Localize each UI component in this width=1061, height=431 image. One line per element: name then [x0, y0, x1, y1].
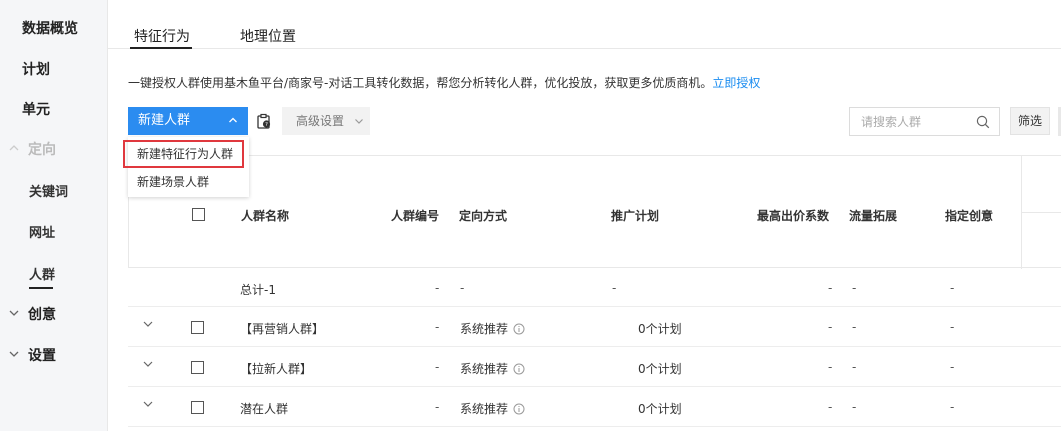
notice-text: 一键授权人群使用基木鱼平台/商家号-对话工具转化数据，帮您分析转化人群，优化投放… [128, 76, 713, 90]
sidebar-item-label: 定向 [28, 142, 56, 158]
cell-id: - [435, 281, 440, 295]
table-row: 潜在人群 - 系统推荐 0个计划 - - - [128, 387, 1061, 427]
cell-plan: - [612, 281, 617, 295]
table-header: 人群名称 人群编号 定向方式 推广计划 最高出价系数 流量拓展 指定创意 [128, 155, 1061, 269]
cell-plan[interactable]: 0个计划 [638, 360, 682, 377]
info-icon[interactable] [513, 323, 525, 335]
sidebar: 数据概览 计划 单元 定向 关键词 网址 人群 创意 设置 [0, 0, 108, 431]
authorize-link[interactable]: 立即授权 [712, 76, 760, 90]
clipboard-help-icon[interactable]: ? [256, 113, 272, 129]
cell-plan[interactable]: 0个计划 [638, 320, 682, 337]
new-audience-dropdown: 新建特征行为人群 新建场景人群 [128, 137, 249, 197]
chevron-down-icon[interactable] [142, 398, 154, 410]
method-text: 系统推荐 [460, 402, 509, 416]
menu-item-new-feature-behavior-audience[interactable]: 新建特征行为人群 [128, 139, 249, 169]
cell-expand: - [852, 400, 857, 414]
sidebar-item-label: 设置 [28, 348, 56, 364]
menu-item-new-scene-audience[interactable]: 新建场景人群 [128, 167, 249, 197]
tab-active-underline [130, 47, 192, 49]
info-icon[interactable] [513, 363, 525, 375]
cell-method: 系统推荐 [460, 400, 525, 417]
sidebar-item-creative[interactable]: 创意 [8, 304, 56, 324]
sidebar-item-data-overview[interactable]: 数据概览 [22, 18, 78, 38]
cell-expand: - [852, 281, 857, 295]
cell-method: 系统推荐 [460, 320, 525, 337]
cell-method: - [460, 281, 465, 295]
header-campaign: 推广计划 [611, 209, 660, 223]
sidebar-item-plan[interactable]: 计划 [22, 59, 50, 79]
chevron-up-icon [8, 142, 22, 158]
table-row: 【拉新人群】 - 系统推荐 0个计划 - - - [128, 347, 1061, 387]
cell-bid: - [828, 400, 833, 414]
cell-bid: - [828, 320, 833, 334]
cell-creative: - [950, 400, 955, 414]
select-all-checkbox[interactable] [192, 208, 205, 221]
sidebar-item-unit[interactable]: 单元 [22, 99, 50, 119]
cell-creative: - [950, 360, 955, 374]
sidebar-item-settings[interactable]: 设置 [8, 345, 56, 365]
chevron-down-icon [8, 348, 22, 364]
chevron-down-icon [354, 117, 364, 128]
cell-creative: - [950, 281, 955, 295]
tab-geo-location[interactable]: 地理位置 [240, 26, 296, 46]
active-indicator [29, 287, 53, 289]
sidebar-item-targeting[interactable]: 定向 [8, 139, 56, 159]
sidebar-item-url[interactable]: 网址 [29, 222, 55, 241]
table-row-total: 总计-1 - - - - - - [128, 268, 1061, 307]
header-audience-name: 人群名称 [241, 209, 290, 223]
header-audience-id: 人群编号 [391, 209, 440, 223]
header-max-bid-coefficient: 最高出价系数 [757, 209, 830, 223]
header-traffic-expansion: 流量拓展 [849, 209, 898, 223]
tabs-divider [108, 48, 1061, 49]
header-divider [1021, 212, 1061, 213]
cell-id: - [435, 360, 440, 374]
search-input[interactable] [850, 108, 960, 135]
method-text: 系统推荐 [460, 322, 509, 336]
cell-id: - [435, 320, 440, 334]
sidebar-item-keywords[interactable]: 关键词 [29, 181, 68, 200]
info-icon[interactable] [513, 403, 525, 415]
method-text: 系统推荐 [460, 362, 509, 376]
sidebar-item-audience[interactable]: 人群 [29, 264, 55, 283]
search-icon[interactable] [976, 115, 990, 129]
table-row: 【再营销人群】 - 系统推荐 0个计划 - - - [128, 307, 1061, 347]
cell-expand: - [852, 320, 857, 334]
row-checkbox[interactable] [191, 401, 204, 414]
filter-button[interactable]: 筛选 [1010, 107, 1050, 135]
cell-method: 系统推荐 [460, 360, 525, 377]
header-targeting-method: 定向方式 [459, 209, 508, 223]
header-assigned-creative: 指定创意 [945, 209, 994, 223]
cell-bid: - [828, 281, 833, 295]
row-checkbox[interactable] [191, 361, 204, 374]
chevron-up-icon [228, 107, 238, 135]
cell-id: - [435, 400, 440, 414]
advanced-settings-button[interactable]: 高级设置 [282, 107, 370, 135]
chevron-down-icon[interactable] [142, 358, 154, 370]
svg-text:?: ? [265, 122, 268, 128]
search-box [849, 107, 1000, 136]
cell-creative: - [950, 320, 955, 334]
cell-plan[interactable]: 0个计划 [638, 400, 682, 417]
sidebar-item-label: 创意 [28, 307, 56, 323]
new-audience-button[interactable]: 新建人群 [128, 107, 248, 135]
row-checkbox[interactable] [191, 321, 204, 334]
cell-bid: - [828, 360, 833, 374]
cell-audience-name[interactable]: 【再营销人群】 [240, 320, 324, 337]
cell-expand: - [852, 360, 857, 374]
chevron-down-icon[interactable] [142, 318, 154, 330]
chevron-down-icon [8, 307, 22, 323]
advanced-settings-label: 高级设置 [296, 114, 345, 128]
audience-table: 人群名称 人群编号 定向方式 推广计划 最高出价系数 流量拓展 指定创意 总计-… [128, 155, 1061, 431]
cell-audience-name[interactable]: 【拉新人群】 [240, 360, 312, 377]
authorization-notice: 一键授权人群使用基木鱼平台/商家号-对话工具转化数据，帮您分析转化人群，优化投放… [128, 74, 760, 91]
tab-feature-behavior[interactable]: 特征行为 [134, 26, 190, 46]
new-audience-label: 新建人群 [138, 113, 191, 128]
cell-audience-name[interactable]: 潜在人群 [240, 400, 288, 417]
total-label: 总计-1 [240, 283, 276, 297]
